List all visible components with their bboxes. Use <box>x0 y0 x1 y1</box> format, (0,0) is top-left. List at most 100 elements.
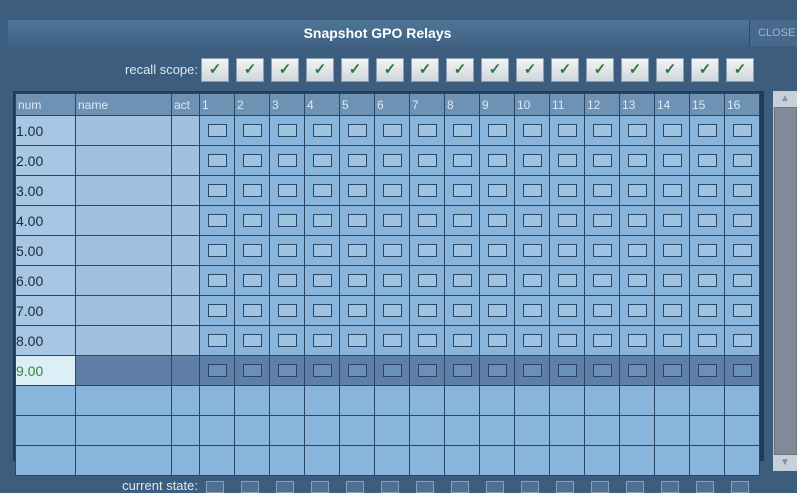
relay-checkbox[interactable] <box>242 123 262 137</box>
column-header-relay-8[interactable]: 8 <box>444 93 480 116</box>
relay-checkbox[interactable] <box>207 363 227 377</box>
row-name[interactable] <box>75 205 172 236</box>
relay-checkbox[interactable] <box>207 243 227 257</box>
column-header-relay-16[interactable]: 16 <box>724 93 760 116</box>
relay-checkbox[interactable] <box>242 243 262 257</box>
relay-checkbox[interactable] <box>312 273 332 287</box>
relay-checkbox[interactable] <box>382 183 402 197</box>
relay-checkbox[interactable] <box>347 303 367 317</box>
row-act[interactable] <box>171 235 200 266</box>
table-row[interactable]: 1.00 <box>15 115 760 146</box>
relay-checkbox[interactable] <box>347 213 367 227</box>
relay-checkbox[interactable] <box>522 273 542 287</box>
relay-checkbox[interactable] <box>382 363 402 377</box>
relay-checkbox[interactable] <box>417 273 437 287</box>
relay-checkbox[interactable] <box>592 123 612 137</box>
relay-checkbox[interactable] <box>557 333 577 347</box>
relay-checkbox[interactable] <box>522 153 542 167</box>
relay-checkbox[interactable] <box>452 333 472 347</box>
relay-checkbox[interactable] <box>207 333 227 347</box>
relay-checkbox[interactable] <box>592 363 612 377</box>
relay-checkbox[interactable] <box>522 303 542 317</box>
relay-checkbox[interactable] <box>382 123 402 137</box>
row-name[interactable] <box>75 235 172 266</box>
relay-checkbox[interactable] <box>732 183 752 197</box>
row-name[interactable] <box>75 115 172 146</box>
column-header-num[interactable]: num <box>15 93 76 116</box>
relay-checkbox[interactable] <box>207 273 227 287</box>
relay-checkbox[interactable] <box>277 183 297 197</box>
column-header-relay-3[interactable]: 3 <box>269 93 305 116</box>
scroll-up-arrow-icon[interactable]: ▲ <box>773 91 797 107</box>
row-name[interactable] <box>75 295 172 326</box>
relay-checkbox[interactable] <box>452 243 472 257</box>
relay-checkbox[interactable] <box>557 153 577 167</box>
relay-checkbox[interactable] <box>312 123 332 137</box>
relay-checkbox[interactable] <box>242 333 262 347</box>
relay-checkbox[interactable] <box>697 273 717 287</box>
relay-checkbox[interactable] <box>487 153 507 167</box>
relay-checkbox[interactable] <box>662 273 682 287</box>
recall-scope-toggle-10[interactable]: ✓ <box>516 58 544 82</box>
table-row[interactable]: 8.00 <box>15 325 760 356</box>
relay-checkbox[interactable] <box>242 303 262 317</box>
relay-checkbox[interactable] <box>662 123 682 137</box>
relay-checkbox[interactable] <box>557 303 577 317</box>
relay-checkbox[interactable] <box>277 303 297 317</box>
relay-checkbox[interactable] <box>592 213 612 227</box>
relay-checkbox[interactable] <box>242 363 262 377</box>
relay-checkbox[interactable] <box>417 123 437 137</box>
relay-checkbox[interactable] <box>487 183 507 197</box>
relay-checkbox[interactable] <box>312 363 332 377</box>
column-header-relay-7[interactable]: 7 <box>409 93 445 116</box>
row-number[interactable]: 7.00 <box>15 295 76 326</box>
row-act[interactable] <box>171 265 200 296</box>
relay-checkbox[interactable] <box>312 153 332 167</box>
row-number[interactable]: 6.00 <box>15 265 76 296</box>
relay-checkbox[interactable] <box>207 123 227 137</box>
recall-scope-toggle-1[interactable]: ✓ <box>201 58 229 82</box>
relay-checkbox[interactable] <box>417 243 437 257</box>
relay-checkbox[interactable] <box>732 213 752 227</box>
relay-checkbox[interactable] <box>662 363 682 377</box>
relay-checkbox[interactable] <box>662 243 682 257</box>
relay-checkbox[interactable] <box>732 363 752 377</box>
relay-checkbox[interactable] <box>662 333 682 347</box>
relay-checkbox[interactable] <box>732 153 752 167</box>
relay-checkbox[interactable] <box>242 213 262 227</box>
relay-checkbox[interactable] <box>627 183 647 197</box>
relay-checkbox[interactable] <box>592 183 612 197</box>
relay-checkbox[interactable] <box>557 243 577 257</box>
table-row[interactable]: 4.00 <box>15 205 760 236</box>
relay-checkbox[interactable] <box>627 333 647 347</box>
relay-checkbox[interactable] <box>697 363 717 377</box>
relay-checkbox[interactable] <box>732 273 752 287</box>
column-header-relay-6[interactable]: 6 <box>374 93 410 116</box>
relay-checkbox[interactable] <box>277 153 297 167</box>
recall-scope-toggle-7[interactable]: ✓ <box>411 58 439 82</box>
relay-checkbox[interactable] <box>417 333 437 347</box>
relay-checkbox[interactable] <box>627 123 647 137</box>
row-name[interactable] <box>75 265 172 296</box>
row-number[interactable]: 2.00 <box>15 145 76 176</box>
column-header-relay-12[interactable]: 12 <box>584 93 620 116</box>
relay-checkbox[interactable] <box>697 123 717 137</box>
table-row[interactable]: 3.00 <box>15 175 760 206</box>
relay-checkbox[interactable] <box>522 123 542 137</box>
recall-scope-toggle-8[interactable]: ✓ <box>446 58 474 82</box>
relay-checkbox[interactable] <box>522 243 542 257</box>
relay-checkbox[interactable] <box>312 183 332 197</box>
relay-checkbox[interactable] <box>312 333 332 347</box>
relay-checkbox[interactable] <box>417 153 437 167</box>
row-number[interactable]: 3.00 <box>15 175 76 206</box>
column-header-relay-11[interactable]: 11 <box>549 93 585 116</box>
relay-checkbox[interactable] <box>592 153 612 167</box>
relay-checkbox[interactable] <box>662 153 682 167</box>
relay-checkbox[interactable] <box>627 213 647 227</box>
column-header-relay-15[interactable]: 15 <box>689 93 725 116</box>
relay-checkbox[interactable] <box>487 303 507 317</box>
relay-checkbox[interactable] <box>732 243 752 257</box>
scrollbar-thumb[interactable] <box>774 107 797 455</box>
relay-checkbox[interactable] <box>347 153 367 167</box>
column-header-relay-4[interactable]: 4 <box>304 93 340 116</box>
